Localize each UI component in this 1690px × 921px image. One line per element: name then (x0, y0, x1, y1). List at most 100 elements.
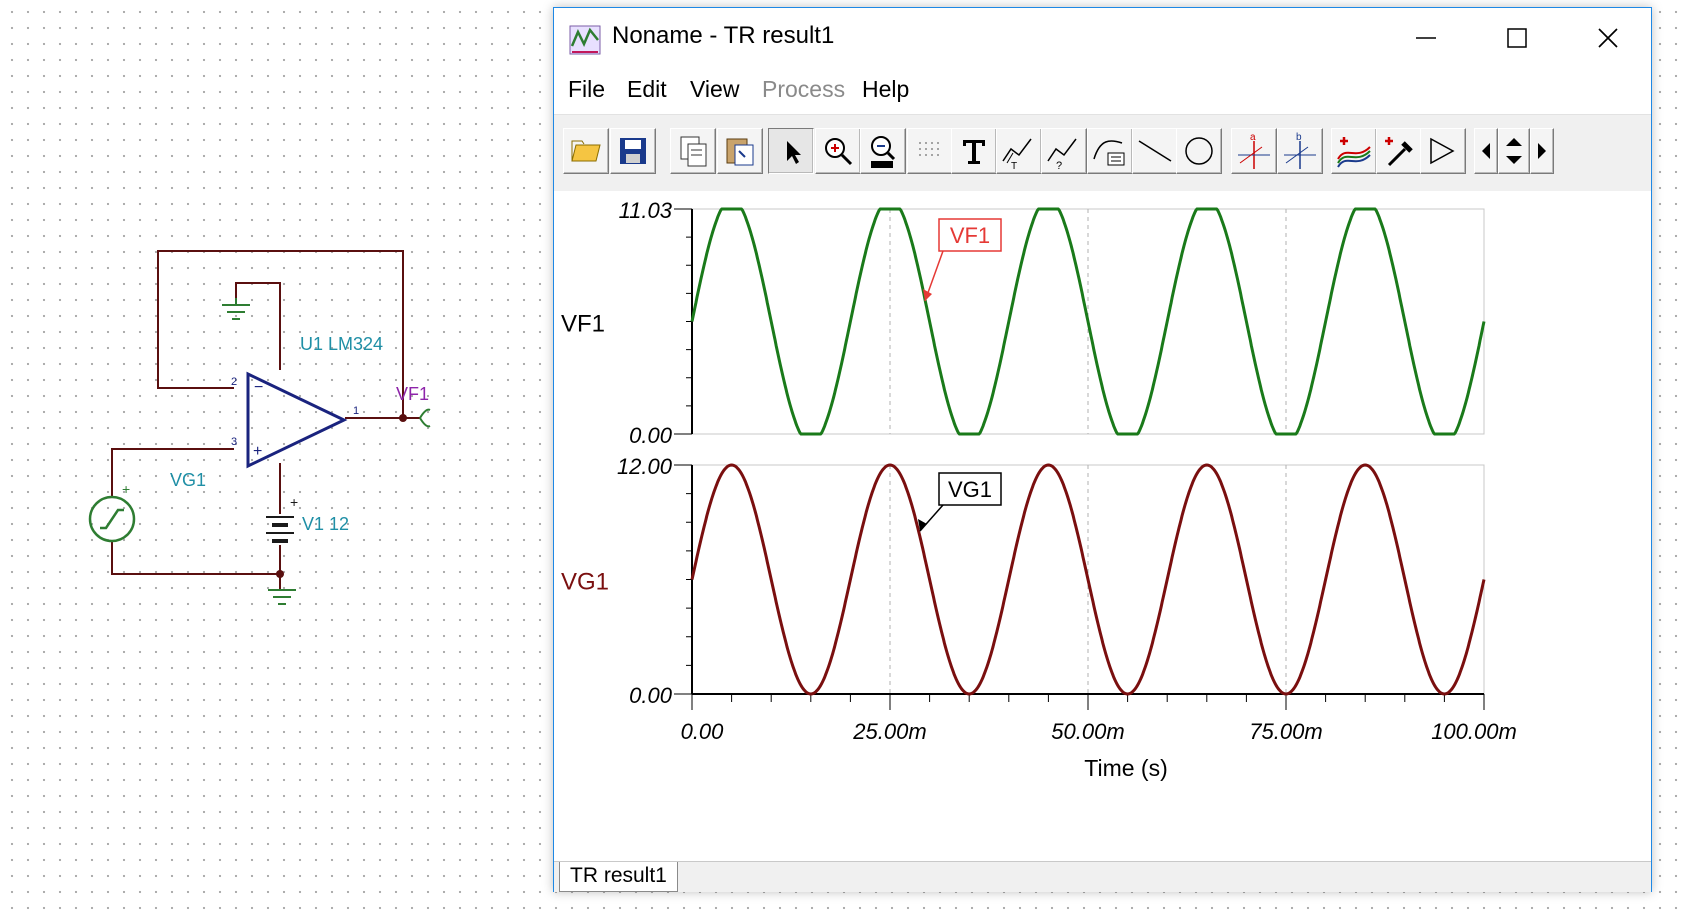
close-button[interactable] (1563, 8, 1653, 68)
source-plus-sign: + (122, 481, 130, 497)
pointer-icon (787, 141, 801, 164)
status-bar: TR result1 (554, 861, 1651, 892)
svg-text:a: a (1250, 132, 1256, 143)
triangle-button[interactable] (1420, 128, 1466, 174)
nav-left-icon (1482, 143, 1490, 159)
text-icon (963, 140, 985, 164)
tab-tr-result1[interactable]: TR result1 (559, 862, 678, 892)
grid-icon (919, 142, 939, 156)
battery-label[interactable]: V1 12 (302, 514, 349, 534)
y-tick-label-min: 0.00 (629, 423, 673, 448)
x-tick-label: 100.00m (1431, 719, 1517, 744)
zoom-100-icon (871, 136, 896, 168)
minimize-icon (1416, 37, 1436, 39)
save-icon (620, 138, 646, 164)
pipette-button[interactable] (1376, 128, 1422, 174)
annotation-label-vf1: VF1 (950, 223, 990, 248)
line-button[interactable] (1132, 128, 1178, 174)
circle-button[interactable] (1176, 128, 1222, 174)
cursor-b-button[interactable]: b (1277, 128, 1323, 174)
y-axis-label-vg1: VG1 (561, 569, 609, 596)
formula-button[interactable] (1087, 128, 1133, 174)
save-button[interactable] (610, 128, 656, 174)
x-tick-label: 75.00m (1249, 719, 1322, 744)
pointer-button[interactable] (768, 128, 814, 174)
menu-file[interactable]: File (568, 76, 605, 103)
nav-updown-icon (1506, 138, 1522, 164)
triangle-icon (1430, 137, 1455, 165)
source-waveform-glyph (100, 508, 124, 530)
battery-icon[interactable] (266, 516, 294, 543)
nav-right-icon (1538, 143, 1546, 159)
x-tick-label: 25.00m (852, 719, 926, 744)
cursor-a-icon: a (1238, 132, 1270, 169)
x-axis-label: Time (s) (1084, 755, 1167, 781)
circle-icon (1185, 137, 1213, 165)
x-tick-label: 0.00 (681, 719, 725, 744)
menu-process[interactable]: Process (762, 76, 845, 103)
open-icon (571, 140, 601, 162)
formula-icon (1093, 140, 1125, 166)
zoom-in-icon (825, 138, 853, 166)
cursor-a-button[interactable]: a (1231, 128, 1277, 174)
circuit-schematic: − + 2 3 1 U1 LM324 VF1 + VG1 + V1 12 (88, 250, 431, 605)
curve-label-icon: T (1002, 138, 1032, 172)
battery-plus-sign: + (290, 494, 298, 510)
svg-text:b: b (1296, 132, 1302, 143)
svg-text:?: ? (1056, 160, 1062, 172)
maximize-icon (1507, 28, 1527, 48)
menu-bar: File Edit View Process Help (554, 70, 1651, 110)
ground-symbol-top (222, 298, 250, 320)
ground-node (276, 570, 284, 578)
paste-button[interactable] (717, 128, 763, 174)
line-icon (1138, 140, 1172, 162)
grid-button[interactable] (907, 128, 953, 174)
curve-label-button[interactable]: T (996, 128, 1042, 174)
menu-view[interactable]: View (690, 76, 739, 103)
add-curve-icon (1337, 137, 1371, 168)
nav-updown-button[interactable] (1498, 128, 1530, 174)
app-icon (569, 25, 601, 55)
output-probe-label[interactable]: VF1 (396, 384, 429, 404)
wires (111, 250, 420, 590)
ground-symbol-bottom (268, 589, 296, 605)
copy-icon (680, 136, 707, 167)
text-button[interactable] (951, 128, 997, 174)
curve-query-button[interactable]: ? (1041, 128, 1087, 174)
opamp-minus-sign: − (254, 379, 263, 396)
menu-help[interactable]: Help (862, 76, 909, 103)
y-axis-label-vf1: VF1 (561, 311, 605, 338)
title-bar[interactable]: Noname - TR result1 (554, 8, 1651, 68)
pin-1-label: 1 (353, 405, 359, 417)
zoom-in-button[interactable] (815, 128, 861, 174)
copy-button[interactable] (670, 128, 716, 174)
toolbar: T ? a b (554, 114, 1651, 192)
add-curve-button[interactable] (1331, 128, 1377, 174)
y-tick-label-min: 0.00 (629, 683, 673, 708)
source-label[interactable]: VG1 (170, 470, 206, 490)
pipette-icon (1385, 137, 1413, 167)
y-tick-label-max: 12.00 (617, 454, 673, 479)
pin-3-label: 3 (231, 436, 237, 448)
close-icon (1598, 28, 1618, 48)
curve-query-icon: ? (1047, 138, 1077, 172)
menu-edit[interactable]: Edit (627, 76, 667, 103)
cursor-b-icon: b (1284, 132, 1316, 169)
annotation-label-vg1: VG1 (948, 477, 992, 502)
window-title: Noname - TR result1 (612, 22, 835, 49)
result-window[interactable]: Noname - TR result1 File Edit View Proce… (553, 7, 1652, 892)
zoom-100-button[interactable] (860, 128, 906, 174)
opamp-plus-sign: + (253, 443, 262, 460)
x-tick-label: 50.00m (1051, 719, 1124, 744)
open-button[interactable] (563, 128, 609, 174)
plot-area[interactable]: 11.03 0.00 VF1 VF1 12.00 0.00 VG1 VG1 0.00 25.00m… (554, 191, 1651, 861)
plot-grid (691, 208, 1485, 695)
opamp-label[interactable]: U1 LM324 (300, 334, 383, 354)
svg-text:T: T (1011, 161, 1017, 172)
paste-icon (726, 138, 754, 166)
transient-plot[interactable]: 11.03 0.00 VF1 VF1 12.00 0.00 VG1 VG1 0.00 25.00m… (554, 191, 1651, 861)
nav-left-button[interactable] (1474, 128, 1498, 174)
maximize-button[interactable] (1472, 8, 1562, 68)
minimize-button[interactable] (1381, 8, 1471, 68)
nav-right-button[interactable] (1530, 128, 1554, 174)
